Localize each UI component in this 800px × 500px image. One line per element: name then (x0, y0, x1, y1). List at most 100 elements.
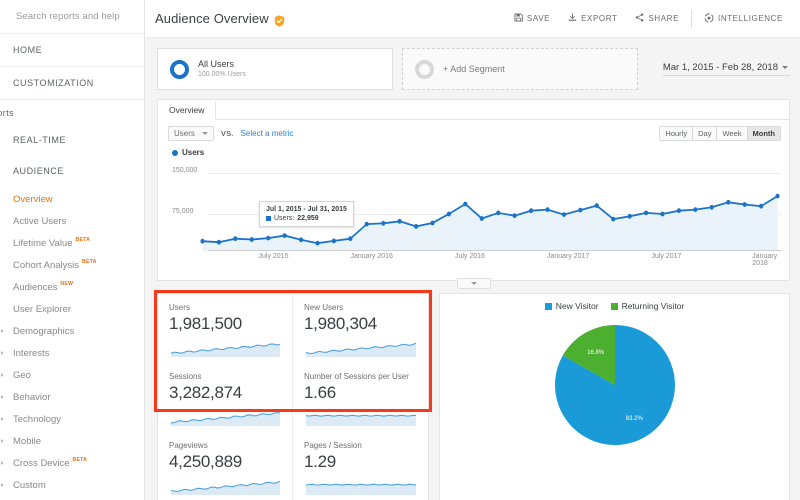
chevron-right-icon (1, 329, 4, 333)
pie-legend-item[interactable]: New Visitor (544, 301, 599, 311)
chart-tooltip: Jul 1, 2015 - Jul 31, 2015 Users: 22,959 (259, 201, 354, 227)
metric-label: Pages / Session (304, 441, 362, 450)
sidebar-item-badge: BETA (75, 237, 91, 243)
pie-legend: New Visitor Returning Visitor (440, 294, 789, 311)
chevron-down-icon (470, 282, 477, 285)
sidebar-item-active-users[interactable]: Active Users (0, 210, 144, 232)
sidebar-item-geo[interactable]: Geo (0, 364, 144, 386)
x-axis-tick-label: July 2015 (258, 253, 289, 260)
sidebar-item-custom[interactable]: Custom (0, 474, 144, 496)
download-icon (568, 13, 577, 24)
left-sidebar: Search reports and help HOME CUSTOMIZATI… (0, 0, 145, 500)
sidebar-item-customization[interactable]: CUSTOMIZATION (0, 67, 144, 100)
tab-overview-label: Overview (169, 104, 205, 115)
sidebar-section-real-time[interactable]: REAL-TIME (0, 126, 144, 154)
line-chart[interactable]: 150,000 75,000 July 2015 January 2016 July… (166, 159, 781, 267)
sidebar-item-behavior[interactable]: Behavior (0, 386, 144, 408)
pie-legend-swatch (544, 302, 552, 310)
metric-value: 1.66 (304, 383, 336, 402)
sidebar-item-technology[interactable]: Technology (0, 408, 144, 430)
granularity-week[interactable]: Week (717, 127, 748, 140)
metric-label: Number of Sessions per User (304, 372, 409, 381)
granularity-day[interactable]: Day (693, 127, 718, 140)
sidebar-item-audiences[interactable]: Audiences NEW (0, 276, 144, 298)
date-range-selector[interactable]: Mar 1, 2015 - Feb 28, 2018 (662, 62, 790, 76)
search-placeholder-text: Search reports and help (16, 11, 120, 22)
segment-bar: All Users 100.00% Users + Add Segment Ma… (145, 38, 800, 90)
pie-slice-label: 83.2% (625, 416, 643, 422)
x-axis-line (208, 250, 781, 251)
sidebar-item-interests[interactable]: Interests (0, 342, 144, 364)
sidebar-item-badge: NEW (60, 281, 74, 287)
metric-label: Sessions (169, 372, 202, 381)
metric-sparkline (304, 407, 418, 427)
sidebar-item-cross-device[interactable]: Cross Device BETA (0, 452, 144, 474)
tab-overview[interactable]: Overview (158, 101, 217, 120)
sidebar-item-label: Lifetime Value (13, 237, 73, 249)
sidebar-reports-label: ports (0, 108, 15, 118)
x-axis-tick-label: July 2017 (651, 253, 682, 260)
metric-label: Pageviews (169, 441, 208, 450)
metric-select[interactable]: Users (168, 126, 214, 141)
save-icon (514, 13, 523, 24)
sidebar-item-home[interactable]: HOME (0, 34, 144, 67)
sidebar-item-label: Mobile (13, 435, 41, 447)
metric-cell: New Users 1,980,304 (293, 294, 428, 363)
sidebar-item-mobile[interactable]: Mobile (0, 430, 144, 452)
select-metric-link[interactable]: Select a metric (241, 129, 294, 138)
granularity-month[interactable]: Month (747, 127, 780, 140)
sidebar-item-label: Technology (13, 413, 62, 425)
sidebar-item-demographics[interactable]: Demographics (0, 320, 144, 342)
save-button[interactable]: SAVE (505, 13, 559, 24)
tooltip-series-label: Users: (274, 215, 295, 222)
sidebar-item-lifetime-value[interactable]: Lifetime Value BETA (0, 232, 144, 254)
segment-ring-icon (170, 59, 189, 79)
chevron-down-icon (201, 132, 208, 135)
metric-sparkline (169, 476, 282, 496)
sidebar-section-audience-label: AUDIENCE (13, 166, 64, 176)
metric-cell: Users 1,981,500 (158, 294, 293, 363)
metric-sparkline (169, 338, 282, 358)
sidebar-item-label: Interests (13, 347, 50, 359)
add-segment-ring-icon (415, 59, 434, 79)
segment-all-users-name: All Users (198, 59, 235, 70)
pie-chart[interactable]: 83.2% 16.8% (440, 315, 789, 455)
segment-all-users[interactable]: All Users 100.00% Users (157, 48, 393, 90)
chevron-right-icon (1, 461, 4, 465)
chart-controls: Users VS. Select a metric Hourly Day Week M… (158, 120, 789, 141)
search-input[interactable]: Search reports and help (0, 0, 144, 34)
google-analytics-audience-overview: Search reports and help HOME CUSTOMIZATI… (0, 0, 800, 500)
chevron-right-icon (1, 373, 4, 377)
x-axis-tick-label: January 2016 (350, 253, 393, 260)
sidebar-item-cohort-analysis[interactable]: Cohort Analysis BETA (0, 254, 144, 276)
chart-collapse-handle[interactable] (456, 278, 491, 289)
granularity-hourly[interactable]: Hourly (660, 127, 694, 140)
export-button[interactable]: EXPORT (559, 13, 626, 24)
sidebar-item-badge: BETA (82, 259, 97, 265)
share-button[interactable]: SHARE (626, 13, 688, 24)
chart-legend: Users (158, 141, 789, 157)
page-header: Audience Overview SAVE EXPORT SHARE INTE… (145, 0, 800, 38)
sidebar-item-home-label: HOME (13, 45, 43, 55)
chevron-right-icon (1, 439, 4, 443)
pie-legend-swatch (610, 302, 618, 310)
sidebar-item-user-explorer[interactable]: User Explorer (0, 298, 144, 320)
metric-value: 1.29 (304, 452, 336, 471)
chart-tabs: Overview (158, 100, 789, 120)
tooltip-title: Jul 1, 2015 - Jul 31, 2015 (266, 206, 347, 213)
pie-chart-svg: 83.2% 16.8% (554, 325, 675, 445)
add-segment-button[interactable]: + Add Segment (402, 48, 638, 90)
header-divider (691, 9, 692, 28)
legend-dot-users (172, 149, 178, 156)
metric-cell: Pageviews 4,250,889 (158, 432, 293, 500)
chevron-right-icon (1, 395, 4, 399)
tooltip-value: 22,959 (297, 215, 319, 222)
sidebar-item-badge: BETA (72, 457, 88, 463)
chevron-right-icon (1, 417, 4, 421)
sidebar-section-audience[interactable]: AUDIENCE (0, 154, 144, 188)
metric-value: 1,980,304 (304, 314, 377, 333)
shield-check-icon (274, 14, 285, 27)
pie-legend-item[interactable]: Returning Visitor (610, 301, 684, 311)
intelligence-button[interactable]: INTELLIGENCE (695, 13, 792, 25)
sidebar-item-overview[interactable]: Overview (0, 188, 144, 210)
